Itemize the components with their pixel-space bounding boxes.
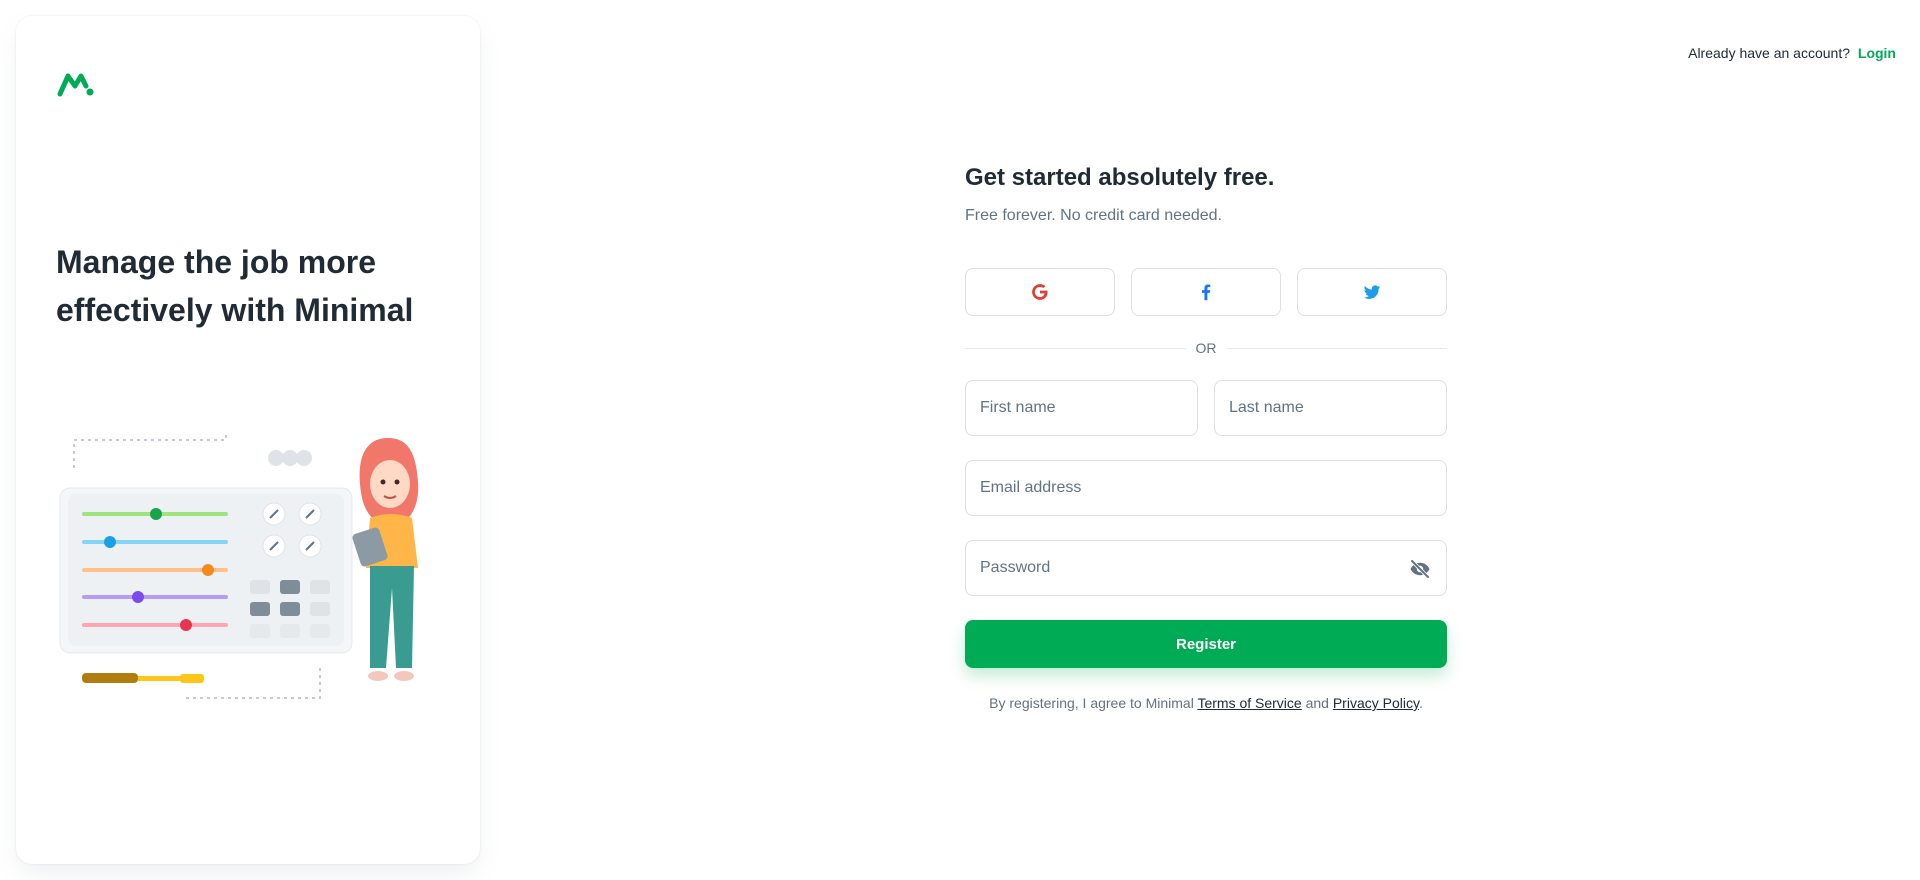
- google-icon: [1032, 284, 1048, 300]
- dashboard-illustration: [59, 434, 419, 699]
- password-input[interactable]: [980, 559, 1432, 577]
- minimal-logo-icon[interactable]: [56, 64, 96, 104]
- first-name-input[interactable]: [980, 399, 1183, 417]
- twitter-icon: [1363, 285, 1381, 299]
- last-name-input[interactable]: [1229, 399, 1432, 417]
- terms-of-service-link[interactable]: Terms of Service: [1197, 695, 1301, 711]
- side-card: Manage the job more effectively with Min…: [16, 16, 480, 864]
- terms-prefix: By registering, I agree to Minimal: [989, 695, 1198, 711]
- last-name-field[interactable]: [1214, 380, 1447, 436]
- password-field[interactable]: [965, 540, 1447, 596]
- email-input[interactable]: [980, 479, 1432, 497]
- login-prompt-text: Already have an account?: [1688, 45, 1850, 61]
- social-login-row: [965, 268, 1447, 316]
- terms-and: and: [1301, 695, 1333, 711]
- twitter-login-button[interactable]: [1297, 268, 1447, 316]
- or-divider: OR: [965, 340, 1447, 356]
- login-prompt: Already have an account? Login: [1688, 42, 1896, 64]
- facebook-icon: [1201, 284, 1211, 301]
- terms-text: By registering, I agree to Minimal Terms…: [965, 692, 1447, 714]
- email-field[interactable]: [965, 460, 1447, 516]
- form-subtitle: Free forever. No credit card needed.: [965, 207, 1223, 224]
- privacy-policy-link[interactable]: Privacy Policy: [1333, 695, 1419, 711]
- terms-suffix: .: [1418, 695, 1423, 711]
- form-title: Get started absolutely free.: [965, 164, 1275, 191]
- eye-off-icon[interactable]: [1408, 557, 1432, 581]
- google-login-button[interactable]: [965, 268, 1115, 316]
- first-name-field[interactable]: [965, 380, 1198, 436]
- or-divider-text: OR: [1195, 340, 1217, 356]
- login-link[interactable]: Login: [1858, 45, 1896, 61]
- register-button[interactable]: Register: [965, 620, 1447, 668]
- side-title: Manage the job more effectively with Min…: [56, 244, 414, 328]
- register-form: Get started absolutely free. Free foreve…: [965, 160, 1447, 714]
- facebook-login-button[interactable]: [1131, 268, 1281, 316]
